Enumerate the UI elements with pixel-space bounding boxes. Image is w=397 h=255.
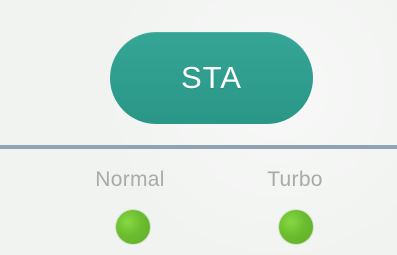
normal-indicator-icon bbox=[116, 210, 150, 244]
turbo-indicator-icon bbox=[279, 210, 313, 244]
panel-divider bbox=[0, 145, 397, 149]
mode-label-normal: Normal bbox=[95, 168, 165, 191]
mode-label-turbo: Turbo bbox=[267, 168, 323, 191]
control-panel: STA Normal Turbo bbox=[0, 0, 397, 255]
start-button[interactable]: STA bbox=[110, 32, 313, 124]
